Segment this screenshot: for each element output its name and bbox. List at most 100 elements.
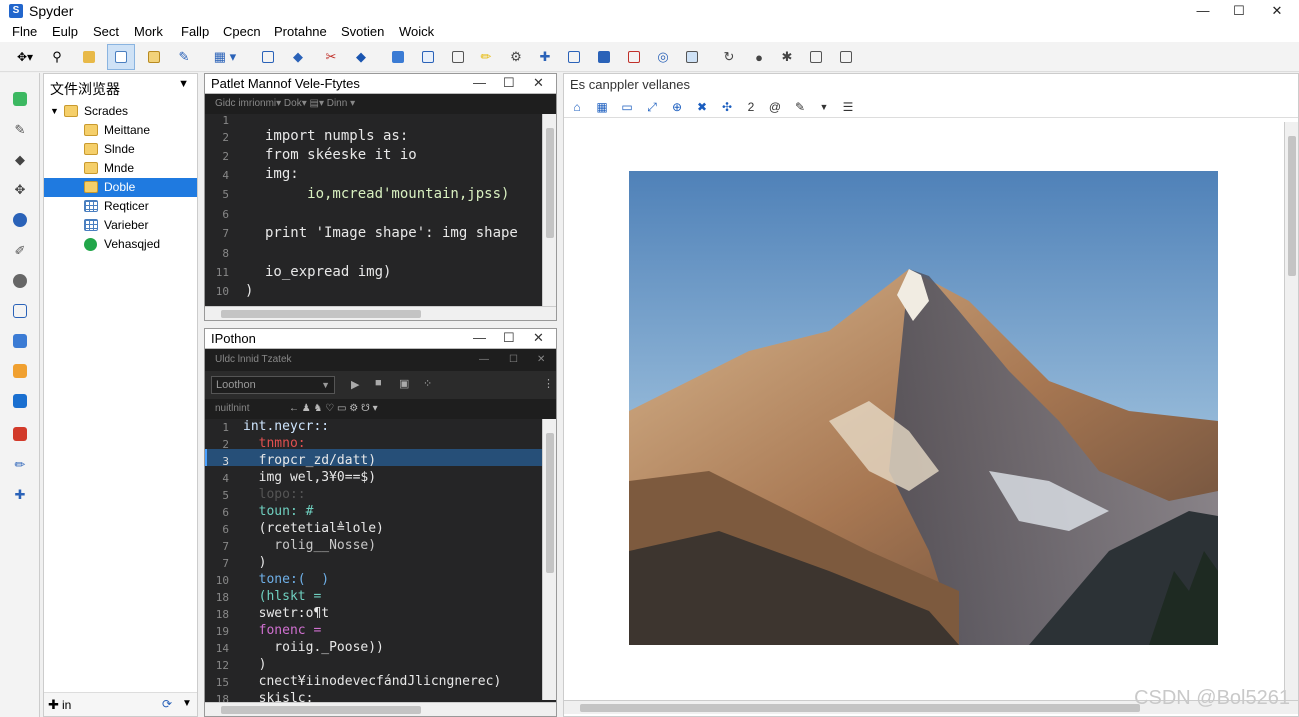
tree-root[interactable]: ▼ Scrades xyxy=(44,102,197,121)
add-icon[interactable]: ✚ xyxy=(48,697,59,713)
maximize-icon[interactable]: ☐ xyxy=(503,75,515,91)
console-hscrollbar[interactable] xyxy=(205,702,556,716)
grid-icon[interactable]: ▦ xyxy=(593,98,611,116)
document-icon[interactable] xyxy=(143,46,165,68)
chevron-down-icon[interactable]: ▼ xyxy=(178,78,189,90)
minimize-icon[interactable]: — xyxy=(473,75,486,90)
chevron-down-icon[interactable]: ▼ xyxy=(182,698,192,709)
close-button[interactable]: ✕ xyxy=(1258,1,1296,21)
marker-icon[interactable]: ✏ xyxy=(10,455,30,475)
calendar-icon[interactable] xyxy=(387,46,409,68)
editor-sub-toolbar[interactable]: Gidc imrionmi▾ Dok▾ ▤▾ Dinn ▾ xyxy=(205,94,556,114)
refresh-icon[interactable]: ↻ xyxy=(718,46,740,68)
console-vscrollbar[interactable] xyxy=(542,419,556,700)
home-icon[interactable]: ⌂ xyxy=(568,98,586,116)
pipette-icon[interactable]: ✐ xyxy=(10,241,30,261)
chevron-down-icon[interactable]: ▼ xyxy=(815,98,833,116)
bookmark-icon[interactable] xyxy=(593,46,615,68)
panel-icon[interactable] xyxy=(563,46,585,68)
tree-item[interactable]: Reqticer xyxy=(44,197,197,216)
menu-debug[interactable]: Cpecn xyxy=(223,24,261,39)
back-icon[interactable]: ← ♟ ♞ ♡ ▭ ⚙ ☋ ▾ xyxy=(289,399,378,419)
calendar-icon[interactable] xyxy=(10,361,30,381)
minimize-icon[interactable]: — xyxy=(479,349,489,371)
plots-vscrollbar[interactable] xyxy=(1284,122,1298,700)
ipython-console[interactable]: 1 int.neycr:: 2 tnmno: 3 fropcr_zd/datt) … xyxy=(205,419,544,706)
menu-file[interactable]: Flne xyxy=(12,24,37,39)
grid-dropdown-icon[interactable]: ▦ ▾ xyxy=(203,46,247,68)
editor-hscrollbar[interactable] xyxy=(205,306,556,320)
window-icon[interactable] xyxy=(447,46,469,68)
inspect-icon[interactable]: ● xyxy=(748,46,770,68)
menu-window[interactable]: Woick xyxy=(399,24,434,39)
copy-icon[interactable] xyxy=(257,46,279,68)
brush-icon[interactable]: ✎ xyxy=(10,120,30,140)
close-icon[interactable]: ✕ xyxy=(537,349,545,371)
bucket-icon[interactable] xyxy=(10,210,30,230)
plus-icon[interactable]: ✚ xyxy=(534,46,556,68)
menu-search[interactable]: Sect xyxy=(93,24,119,39)
minimize-button[interactable]: — xyxy=(1184,1,1222,21)
cross-icon[interactable]: ✚ xyxy=(10,485,30,505)
pencil-icon[interactable]: ✏ xyxy=(475,46,497,68)
maximize-icon[interactable]: ☐ xyxy=(509,349,518,371)
pencil-icon[interactable]: ✎ xyxy=(791,98,809,116)
tree-item[interactable]: Meittane xyxy=(44,121,197,140)
globe-icon[interactable] xyxy=(10,271,30,291)
close-icon[interactable]: ✕ xyxy=(533,330,544,346)
eraser-icon[interactable]: ◆ xyxy=(10,150,30,170)
at-icon[interactable]: @ xyxy=(766,98,784,116)
menu-edit[interactable]: Eulp xyxy=(52,24,78,39)
image-icon[interactable] xyxy=(681,46,703,68)
file-view-icon[interactable] xyxy=(107,44,135,70)
star-icon[interactable]: ✱ xyxy=(776,46,798,68)
box-icon[interactable] xyxy=(805,46,827,68)
cut-icon[interactable]: ✂ xyxy=(320,46,342,68)
note-icon[interactable] xyxy=(10,301,30,321)
tag-icon[interactable]: ◆ xyxy=(287,46,309,68)
resize-icon[interactable]: ⤢ xyxy=(643,98,661,116)
menu-tools[interactable]: Svotien xyxy=(341,24,384,39)
pin-icon[interactable]: ✖ xyxy=(693,98,711,116)
minimize-icon[interactable]: — xyxy=(473,330,486,345)
tree-item[interactable]: Vehasqjed xyxy=(44,235,197,254)
gear-icon[interactable]: ⚙ xyxy=(505,46,527,68)
export-icon[interactable] xyxy=(835,46,857,68)
editor-vscrollbar[interactable] xyxy=(542,114,556,306)
tree-item[interactable]: Varieber xyxy=(44,216,197,235)
close-icon[interactable]: ✕ xyxy=(533,75,544,91)
settings-icon[interactable]: ⁘ xyxy=(423,377,432,390)
menu-source[interactable]: Mork xyxy=(134,24,163,39)
tree-item-selected[interactable]: Doble xyxy=(44,178,197,197)
pen-icon[interactable]: ✎ xyxy=(173,46,195,68)
editor-icon[interactable] xyxy=(10,89,30,109)
stop-icon[interactable]: ■ xyxy=(375,377,382,389)
tree-item[interactable]: Slnde xyxy=(44,140,197,159)
expand-icon[interactable]: ✣ xyxy=(718,98,736,116)
search-icon[interactable]: ⚲ xyxy=(46,46,68,68)
open-folder-icon[interactable] xyxy=(78,46,100,68)
maximize-icon[interactable]: ☐ xyxy=(503,330,515,346)
run-icon[interactable]: ▶ xyxy=(351,378,359,391)
diamond-icon[interactable]: ◆ xyxy=(350,46,372,68)
window-icon[interactable]: ▣ xyxy=(399,377,409,390)
menu-projects[interactable]: Protahne xyxy=(274,24,327,39)
menu-run[interactable]: Fallp xyxy=(181,24,209,39)
move-icon[interactable]: ✥▾ xyxy=(8,46,42,68)
expand-arrow-icon[interactable]: ▼ xyxy=(50,102,59,121)
wrench-icon[interactable]: ✥ xyxy=(10,180,30,200)
maximize-button[interactable]: ☐ xyxy=(1220,1,1258,21)
menu-icon[interactable]: ☰ xyxy=(839,98,857,116)
page-icon[interactable] xyxy=(623,46,645,68)
target-icon[interactable]: ◎ xyxy=(652,46,674,68)
editor-code[interactable]: 1 2 import numpls as: 2 from skéeske it io… xyxy=(205,114,542,306)
sync-icon[interactable]: ⟳ xyxy=(162,697,172,711)
shapes-icon[interactable] xyxy=(10,424,30,444)
folder-icon[interactable]: ▭ xyxy=(618,98,636,116)
more-icon[interactable]: ⋮ xyxy=(543,377,554,390)
new-file-icon[interactable] xyxy=(417,46,439,68)
table-icon[interactable] xyxy=(10,331,30,351)
lock-icon[interactable]: ⊕ xyxy=(668,98,686,116)
env-select[interactable]: Loothon ▼ xyxy=(211,376,335,394)
monitor-icon[interactable] xyxy=(10,391,30,411)
